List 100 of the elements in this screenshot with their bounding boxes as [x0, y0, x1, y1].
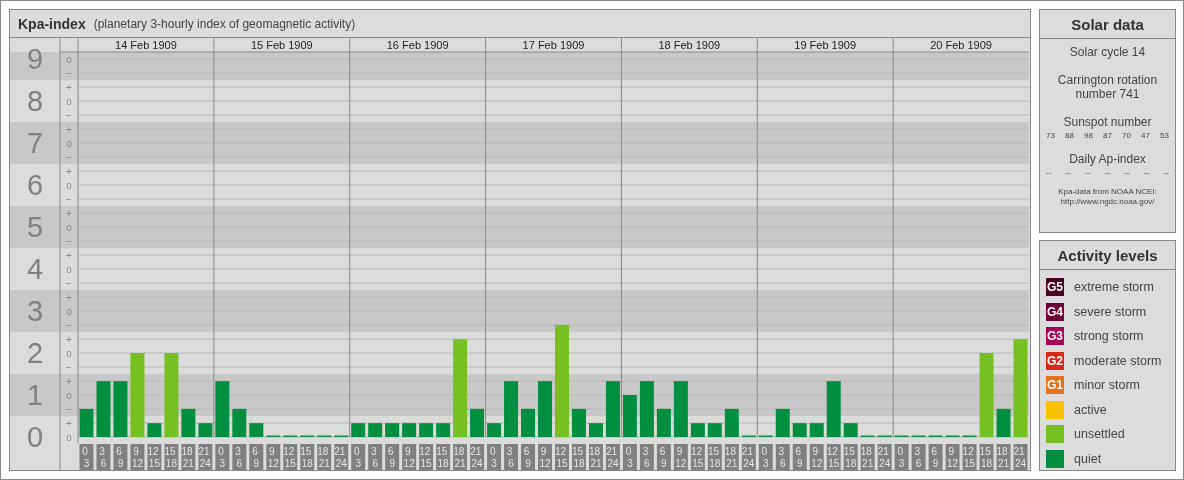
time-label: 6 9	[385, 444, 400, 470]
time-label: 15 18	[436, 444, 451, 470]
kp-bar	[232, 408, 247, 437]
time-label: 18 21	[724, 444, 739, 470]
time-label: 21 24	[1013, 444, 1028, 470]
time-label: 3 6	[368, 444, 383, 470]
time-label: 18 21	[860, 444, 875, 470]
kp-bar	[538, 381, 552, 437]
ap-value: --	[1065, 168, 1071, 177]
kp-bar	[996, 408, 1011, 437]
time-label: 0 3	[622, 444, 637, 470]
scale-mark: −	[66, 235, 72, 247]
level-label: quiet	[1074, 451, 1102, 466]
time-label: 18 21	[996, 444, 1011, 470]
time-label: 0 3	[351, 444, 366, 470]
kp-bar	[215, 381, 230, 437]
kp-axis-label: 5	[26, 211, 44, 244]
time-label: 9 12	[538, 444, 552, 470]
kp-bar	[673, 381, 688, 437]
sunspot-value: 88	[1065, 131, 1074, 140]
ap-value: --	[1085, 168, 1091, 177]
time-label: 15 18	[979, 444, 994, 470]
level-label: active	[1074, 402, 1107, 417]
kp-bar	[826, 381, 841, 437]
date-label: 14 Feb 1909	[115, 39, 177, 51]
solar-cycle: Solar cycle 14	[1069, 45, 1146, 59]
kp-axis-label: 0	[26, 421, 44, 453]
kp-bar	[792, 423, 807, 437]
kp-bar	[79, 408, 94, 437]
time-label: 12 15	[147, 444, 162, 470]
carrington-rotation: Carrington rotation number 741	[1056, 73, 1159, 101]
kp-bar	[368, 423, 383, 437]
level-swatch: G5	[1046, 278, 1064, 296]
kp-bar	[809, 423, 824, 437]
level-swatch: G3	[1046, 327, 1064, 345]
kp-bar	[249, 423, 264, 437]
kp-bar	[147, 423, 162, 437]
time-label: 6 9	[656, 444, 671, 470]
kp-bar	[724, 408, 739, 437]
kp-bar	[487, 423, 502, 437]
time-label: 21 24	[334, 444, 349, 470]
time-label: 3 6	[232, 444, 247, 470]
level-label: severe storm	[1074, 304, 1147, 319]
time-label: 15 18	[707, 444, 722, 470]
chart-title: Kpa-index	[18, 15, 86, 32]
source-note: Kpa-data from NOAA NCEI:	[1058, 187, 1157, 197]
kp-axis-label: 7	[26, 127, 44, 160]
scale-mark: −	[66, 193, 72, 205]
kp-axis-label: 8	[26, 85, 44, 118]
time-label: 18 21	[181, 444, 196, 470]
time-label: 0 3	[758, 444, 773, 470]
time-label: 9 12	[402, 444, 417, 470]
ap-value: --	[1046, 168, 1052, 177]
sunspot-value: 47	[1141, 131, 1150, 140]
kp-axis-label: 6	[26, 169, 44, 202]
time-label: 3 6	[96, 444, 111, 470]
kp-bar	[385, 423, 400, 437]
time-label: 6 9	[928, 444, 943, 470]
scale-mark: −	[66, 109, 72, 121]
date-label: 18 Feb 1909	[658, 39, 721, 51]
date-label: 16 Feb 1909	[386, 39, 449, 51]
scale-mark: o	[66, 431, 72, 443]
kp-bar	[521, 408, 535, 437]
scale-mark: o	[66, 179, 72, 191]
scale-mark: −	[66, 151, 72, 163]
kp-bar	[504, 381, 519, 437]
kp-axis-label: 4	[26, 253, 44, 286]
time-label: 21 24	[741, 444, 756, 470]
kp-bar	[419, 423, 434, 437]
sunspot-value: 53	[1160, 131, 1169, 140]
date-label: 19 Feb 1909	[794, 39, 857, 51]
time-label: 15 18	[843, 444, 858, 470]
kp-axis-label: 9	[26, 43, 44, 76]
time-label: 0 3	[215, 444, 230, 470]
level-label: moderate storm	[1074, 353, 1162, 368]
kp-bar	[113, 381, 128, 437]
kp-bar	[843, 423, 858, 437]
sunspot-value: 70	[1122, 131, 1131, 140]
time-label: 9 12	[266, 444, 281, 470]
scale-mark: −	[66, 319, 72, 331]
time-label: 9 12	[673, 444, 688, 470]
chart-subtitle: (planetary 3-hourly index of geomagnetic activity)	[93, 16, 356, 31]
time-label: 12 15	[555, 444, 569, 470]
scale-mark: o	[66, 263, 72, 275]
scale-mark: +	[66, 417, 72, 429]
date-label: 15 Feb 1909	[250, 39, 313, 51]
kp-bar	[181, 408, 196, 437]
level-swatch: G4	[1046, 302, 1064, 321]
kp-axis-label: 3	[26, 295, 44, 328]
time-label: 18 21	[453, 444, 468, 470]
ap-value: --	[1124, 168, 1130, 177]
kp-bar	[588, 423, 603, 437]
sunspot-value: 87	[1103, 131, 1112, 140]
time-label: 12 15	[690, 444, 705, 470]
scale-mark: +	[66, 291, 72, 303]
time-label: 3 6	[911, 444, 926, 470]
ap-value: --	[1144, 168, 1150, 177]
kp-bar	[707, 423, 722, 437]
level-label: extreme storm	[1074, 280, 1154, 294]
time-label: 6 9	[792, 444, 807, 470]
